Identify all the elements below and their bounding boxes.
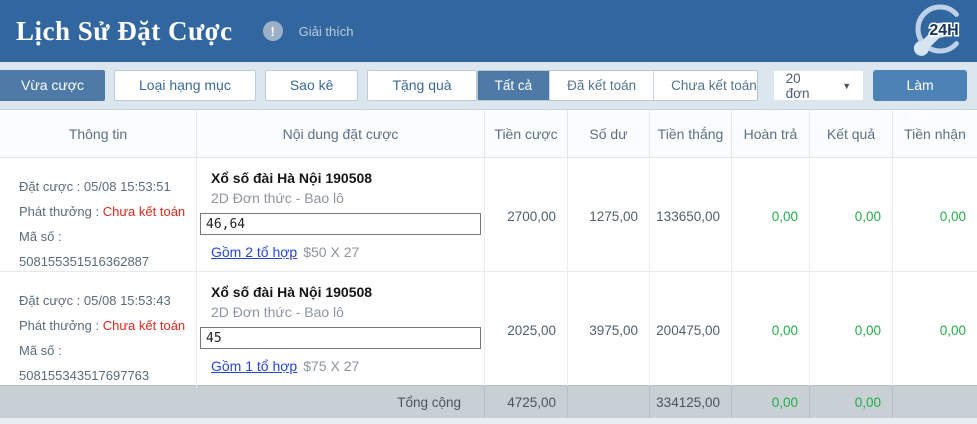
bet-content-cell: Xổ số đài Hà Nội 190508 2D Đơn thức - Ba…	[197, 158, 485, 274]
ket-qua-value: 0,00	[810, 272, 893, 388]
hotline-24h-label: 24H	[929, 22, 958, 39]
total-tien-cuoc: 4725,00	[485, 386, 568, 418]
bet-time-line: Đặt cược : 05/08 15:53:51	[19, 174, 188, 199]
totals-row: Tổng cộng 4725,00 334125,00 0,00 0,00	[0, 385, 977, 418]
filter-group: Tất cả Đã kết toán Chưa kết toán 20 đơn …	[477, 70, 967, 101]
tien-thang-value: 200475,00	[650, 272, 732, 388]
combo-detail: $75 X 27	[303, 358, 359, 374]
col-so-du: Số dư	[568, 110, 650, 157]
bet-info-cell: Đặt cược : 05/08 15:53:51 Phát thưởng : …	[0, 158, 197, 274]
tab-vua-cuoc[interactable]: Vừa cược	[0, 70, 105, 101]
so-du-value: 3975,00	[568, 272, 650, 388]
bet-numbers-input[interactable]	[200, 327, 481, 349]
chevron-down-icon: ▼	[842, 81, 851, 91]
total-so-du	[568, 386, 650, 418]
game-title: Xổ số đài Hà Nội 190508	[197, 284, 484, 300]
tien-nhan-value: 0,00	[893, 272, 977, 388]
status-badge: Chưa kết toán	[103, 318, 185, 333]
toolbar: Vừa cược Loại hạng mục Sao kê Tặng quà T…	[0, 62, 977, 110]
totals-label: Tổng cộng	[0, 386, 485, 418]
page-title: Lịch Sử Đặt Cược	[16, 16, 233, 47]
combo-line: Gồm 2 tổ hợp $50 X 27	[197, 244, 484, 260]
combo-detail: $50 X 27	[303, 244, 359, 260]
table-row: Đặt cược : 05/08 15:53:43 Phát thưởng : …	[0, 272, 977, 385]
col-tien-nhan: Tiền nhận	[893, 110, 977, 157]
table-row: Đặt cược : 05/08 15:53:51 Phát thưởng : …	[0, 158, 977, 272]
filter-all[interactable]: Tất cả	[478, 71, 550, 100]
tab-sao-ke[interactable]: Sao kê	[265, 70, 359, 101]
bet-code-line: Mã số : 508155351516362887	[19, 224, 188, 274]
hoan-tra-value: 0,00	[732, 158, 810, 274]
hotline-24h-icon[interactable]: 24H	[911, 2, 969, 60]
col-tien-thang: Tiền thắng	[650, 110, 732, 157]
tab-loai-hang-muc[interactable]: Loại hạng mục	[114, 70, 256, 101]
combo-link[interactable]: Gồm 1 tổ hợp	[211, 358, 297, 374]
col-ket-qua: Kết quả	[810, 110, 893, 157]
page-size-dropdown[interactable]: 20 đơn ▼	[774, 71, 864, 100]
hoan-tra-value: 0,00	[732, 272, 810, 388]
tien-nhan-value: 0,00	[893, 158, 977, 274]
col-hoan-tra: Hoàn trả	[732, 110, 810, 157]
total-hoan-tra: 0,00	[732, 386, 810, 418]
ket-qua-value: 0,00	[810, 158, 893, 274]
col-tien-cuoc: Tiền cược	[485, 110, 568, 157]
page-size-value: 20 đơn	[786, 71, 825, 101]
info-icon: !	[263, 21, 283, 41]
bet-history-page: Lịch Sử Đặt Cược ! Giải thích 24H Vừa cư…	[0, 0, 977, 424]
explain-label-text: Giải thích	[299, 24, 354, 39]
tien-cuoc-value: 2025,00	[485, 272, 568, 388]
main-tabs: Vừa cược Loại hạng mục Sao kê Tặng quà	[0, 70, 477, 101]
game-type: 2D Đơn thức - Bao lô	[197, 190, 484, 206]
explain-button[interactable]: ! Giải thích	[263, 21, 354, 41]
game-title: Xổ số đài Hà Nội 190508	[197, 170, 484, 186]
col-noi-dung: Nội dung đặt cược	[197, 110, 485, 157]
combo-line: Gồm 1 tổ hợp $75 X 27	[197, 358, 484, 374]
game-type: 2D Đơn thức - Bao lô	[197, 304, 484, 320]
tien-cuoc-value: 2700,00	[485, 158, 568, 274]
total-tien-nhan	[893, 386, 977, 418]
bottom-strip	[0, 418, 977, 424]
tien-thang-value: 133650,00	[650, 158, 732, 274]
so-du-value: 1275,00	[568, 158, 650, 274]
status-filter: Tất cả Đã kết toán Chưa kết toán	[477, 70, 758, 101]
bet-content-cell: Xổ số đài Hà Nội 190508 2D Đơn thức - Ba…	[197, 272, 485, 388]
bet-numbers-input[interactable]	[200, 213, 481, 235]
tab-tang-qua[interactable]: Tặng quà	[367, 70, 476, 101]
filter-unsettled[interactable]: Chưa kết toán	[653, 71, 757, 100]
total-ket-qua: 0,00	[810, 386, 893, 418]
payout-status-line: Phát thưởng : Chưa kết toán	[19, 199, 188, 224]
payout-status-line: Phát thưởng : Chưa kết toán	[19, 313, 188, 338]
filter-settled[interactable]: Đã kết toán	[549, 71, 653, 100]
combo-link[interactable]: Gồm 2 tổ hợp	[211, 244, 297, 260]
bet-code-line: Mã số : 508155343517697763	[19, 338, 188, 388]
bet-info-cell: Đặt cược : 05/08 15:53:43 Phát thưởng : …	[0, 272, 197, 388]
table-header-row: Thông tin Nội dung đặt cược Tiền cược Số…	[0, 110, 977, 158]
bet-time-line: Đặt cược : 05/08 15:53:43	[19, 288, 188, 313]
refresh-button[interactable]: Làm mới	[873, 70, 967, 101]
status-badge: Chưa kết toán	[103, 204, 185, 219]
page-header: Lịch Sử Đặt Cược ! Giải thích 24H	[0, 0, 977, 62]
col-thong-tin: Thông tin	[0, 110, 197, 157]
total-tien-thang: 334125,00	[650, 386, 732, 418]
